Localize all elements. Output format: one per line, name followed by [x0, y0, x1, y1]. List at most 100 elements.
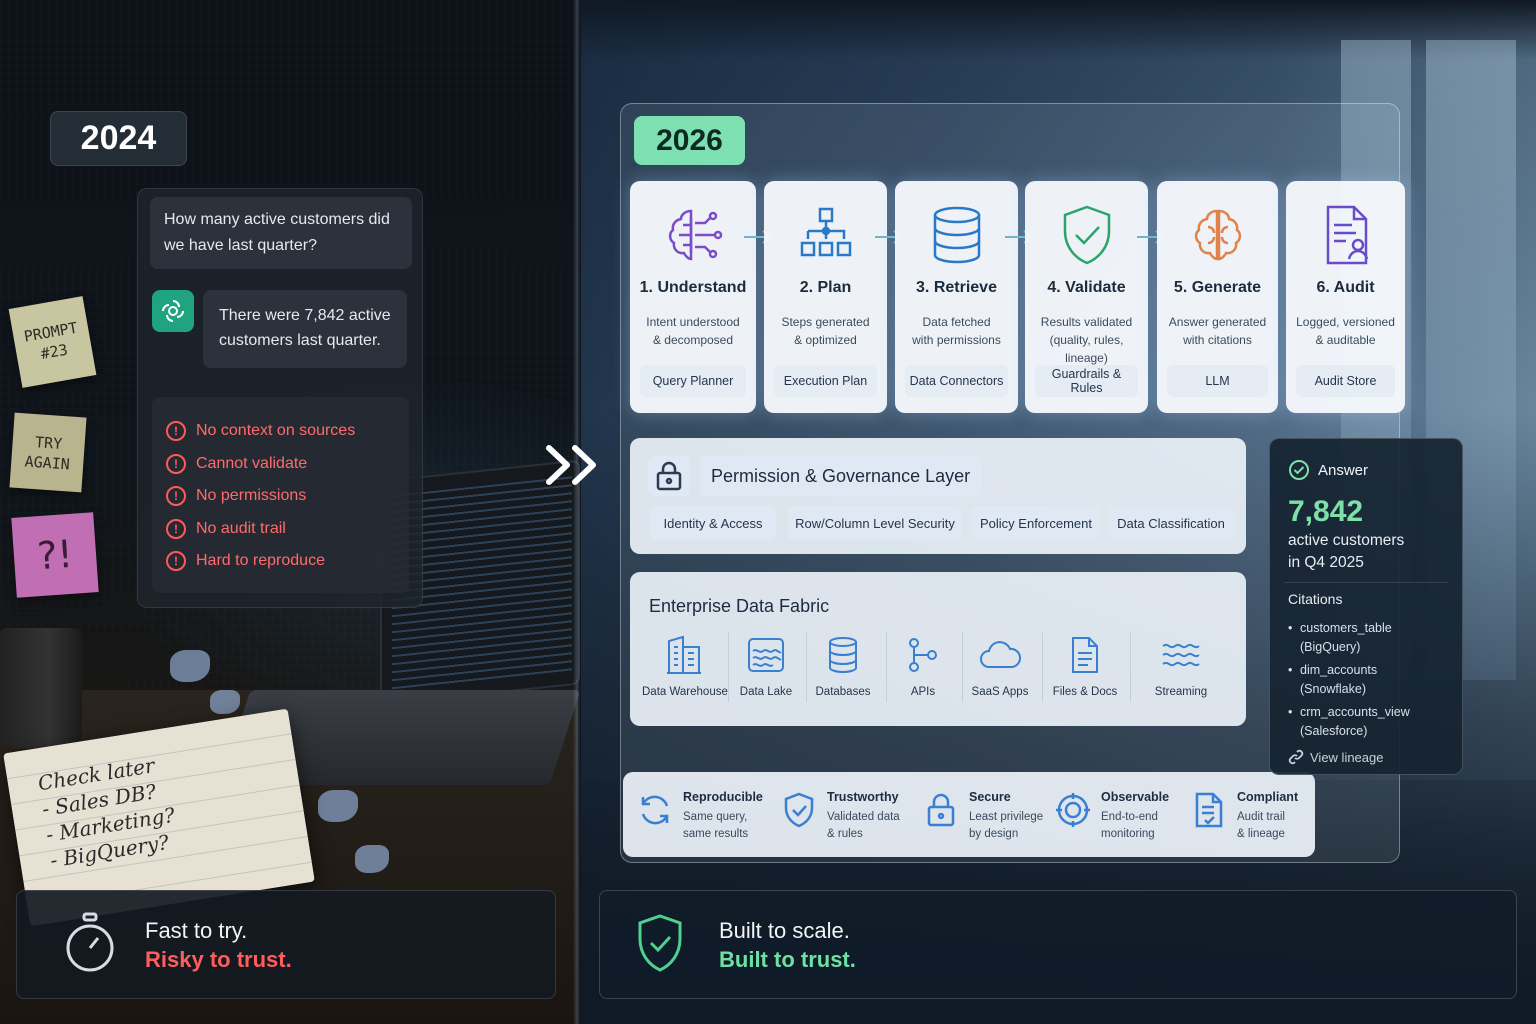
year-badge-2024: 2024 — [50, 111, 187, 166]
source-label: Streaming — [1154, 686, 1208, 698]
step-description: Intent understood & decomposed — [634, 313, 752, 349]
lock-icon — [927, 793, 955, 827]
link-icon — [1288, 749, 1304, 765]
sticky-note-try-again: TRY AGAIN — [9, 412, 87, 493]
step-card-understand: 1. Understand Intent understood & decompo… — [630, 181, 756, 413]
crumpled-paper — [318, 790, 358, 822]
tagline-card-2026 — [599, 890, 1517, 999]
citation-item[interactable]: customers_table (BigQuery) — [1288, 619, 1410, 657]
separator — [1284, 582, 1448, 583]
target-icon — [1056, 793, 1090, 827]
answer-value: 7,842 — [1288, 495, 1364, 528]
step-title: 4. Validate — [1047, 279, 1126, 296]
property-desc: Least privilege by design — [969, 809, 1043, 843]
step-description: Data fetched with permissions — [899, 313, 1014, 349]
issue-label: No permissions — [196, 487, 307, 505]
issue-label: No audit trail — [196, 519, 286, 537]
citation-name: crm_accounts_view — [1300, 705, 1410, 719]
issues-list: ! No context on sources ! Cannot validate … — [152, 397, 409, 593]
citations-list: customers_table (BigQuery) dim_accounts (S… — [1288, 619, 1410, 745]
coffee-mug — [0, 628, 82, 748]
step-description: Results validated (quality, rules, lineag… — [1029, 313, 1144, 367]
sticky-note-exclaim: ?! — [11, 512, 99, 598]
document-icon — [1045, 632, 1125, 678]
property-title: Observable — [1101, 790, 1170, 804]
document-user-icon — [1286, 203, 1405, 267]
step-card-retrieve: 3. Retrieve Data fetched with permissions… — [895, 181, 1018, 413]
lock-icon — [648, 456, 690, 496]
database-icon — [803, 632, 883, 678]
crumpled-paper — [355, 845, 389, 873]
property-desc-line: & lineage — [1237, 828, 1285, 840]
step-title: 5. Generate — [1173, 279, 1262, 296]
citation-name: dim_accounts — [1300, 663, 1378, 677]
citation-item[interactable]: dim_accounts (Snowflake) — [1288, 661, 1410, 699]
sticky-note-prompt: PROMPT #23 — [8, 296, 97, 388]
era-divider — [573, 0, 581, 1024]
governance-chip: Policy Enforcement — [972, 506, 1100, 540]
property-title: Secure — [969, 790, 1011, 804]
property-desc-line: monitoring — [1101, 828, 1155, 840]
building-icon — [642, 632, 726, 678]
source-databases: Databases — [803, 632, 883, 710]
year-badge-2026: 2026 — [634, 116, 745, 165]
step-card-plan: 2. Plan Steps generated & optimized Execu… — [764, 181, 887, 413]
issue-label: No context on sources — [196, 422, 356, 440]
tagline-risky: Risky to trust. — [145, 947, 292, 972]
view-lineage-link[interactable]: View lineage — [1288, 749, 1383, 765]
step-desc-line: with citations — [1183, 333, 1252, 347]
step-title: 6. Audit — [1316, 279, 1375, 296]
user-question-bubble: How many active customers did we have la… — [150, 197, 412, 269]
issue-item: ! No audit trail — [166, 513, 409, 546]
citation-source: (Salesforce) — [1300, 724, 1368, 738]
document-check-icon — [1195, 792, 1223, 828]
step-description: Logged, versioned & auditable — [1290, 313, 1401, 349]
warning-icon: ! — [166, 551, 186, 572]
issue-item: ! No context on sources — [166, 415, 409, 448]
citation-item[interactable]: crm_accounts_view (Salesforce) — [1288, 703, 1410, 741]
property-title: Compliant — [1237, 790, 1299, 804]
citation-source: (Snowflake) — [1300, 682, 1366, 696]
assistant-answer-bubble: There were 7,842 active customers last q… — [203, 290, 407, 368]
step-title: 3. Retrieve — [916, 279, 997, 296]
source-apis: APIs — [883, 632, 963, 710]
step-component-tag: Guardrails & Rules — [1035, 365, 1138, 397]
step-desc-line: with permissions — [912, 333, 1001, 347]
governance-chip: Data Classification — [1108, 506, 1234, 540]
property-desc-line: same results — [683, 828, 749, 840]
source-label: Data Warehouse — [642, 686, 728, 698]
shield-check-icon — [784, 792, 814, 828]
refresh-icon — [641, 795, 669, 825]
property-compliant: Compliant Audit trail & lineage — [1191, 790, 1311, 845]
step-component-tag: Data Connectors — [905, 365, 1008, 397]
step-card-validate: 4. Validate Results validated (quality, r… — [1025, 181, 1148, 413]
issue-label: Hard to reproduce — [196, 552, 325, 570]
warning-icon: ! — [166, 421, 186, 442]
citation-name: customers_table — [1300, 621, 1392, 635]
property-desc: Same query, same results — [683, 809, 748, 843]
stopwatch-icon — [66, 912, 114, 972]
governance-chip: Row/Column Level Security — [788, 506, 962, 540]
property-title: Reproducible — [683, 790, 763, 804]
warning-icon: ! — [166, 486, 186, 507]
step-component-tag: LLM — [1167, 365, 1268, 397]
warning-icon: ! — [166, 453, 186, 474]
issue-item: ! No permissions — [166, 480, 409, 513]
step-desc-line: Results validated — [1040, 315, 1133, 329]
brain-circuit-icon — [630, 203, 756, 267]
step-desc-line: Steps generated — [781, 315, 870, 329]
answer-header: Answer — [1288, 459, 1368, 481]
step-desc-line: & optimized — [794, 333, 857, 347]
issue-label: Cannot validate — [196, 454, 308, 472]
property-desc-line: Audit trail — [1237, 811, 1285, 823]
answer-sub-line: active customers — [1288, 532, 1405, 549]
separator — [1130, 632, 1131, 702]
citations-label: Citations — [1288, 591, 1343, 607]
property-desc-line: End-to-end — [1101, 811, 1158, 823]
cloud-icon — [960, 632, 1040, 678]
source-saas-apps: SaaS Apps — [960, 632, 1040, 710]
tagline-trust: Built to trust. — [719, 947, 856, 972]
step-card-audit: 6. Audit Logged, versioned & auditable Au… — [1286, 181, 1405, 413]
check-circle-icon — [1289, 460, 1309, 480]
answer-subtitle: active customers in Q4 2025 — [1288, 530, 1404, 574]
